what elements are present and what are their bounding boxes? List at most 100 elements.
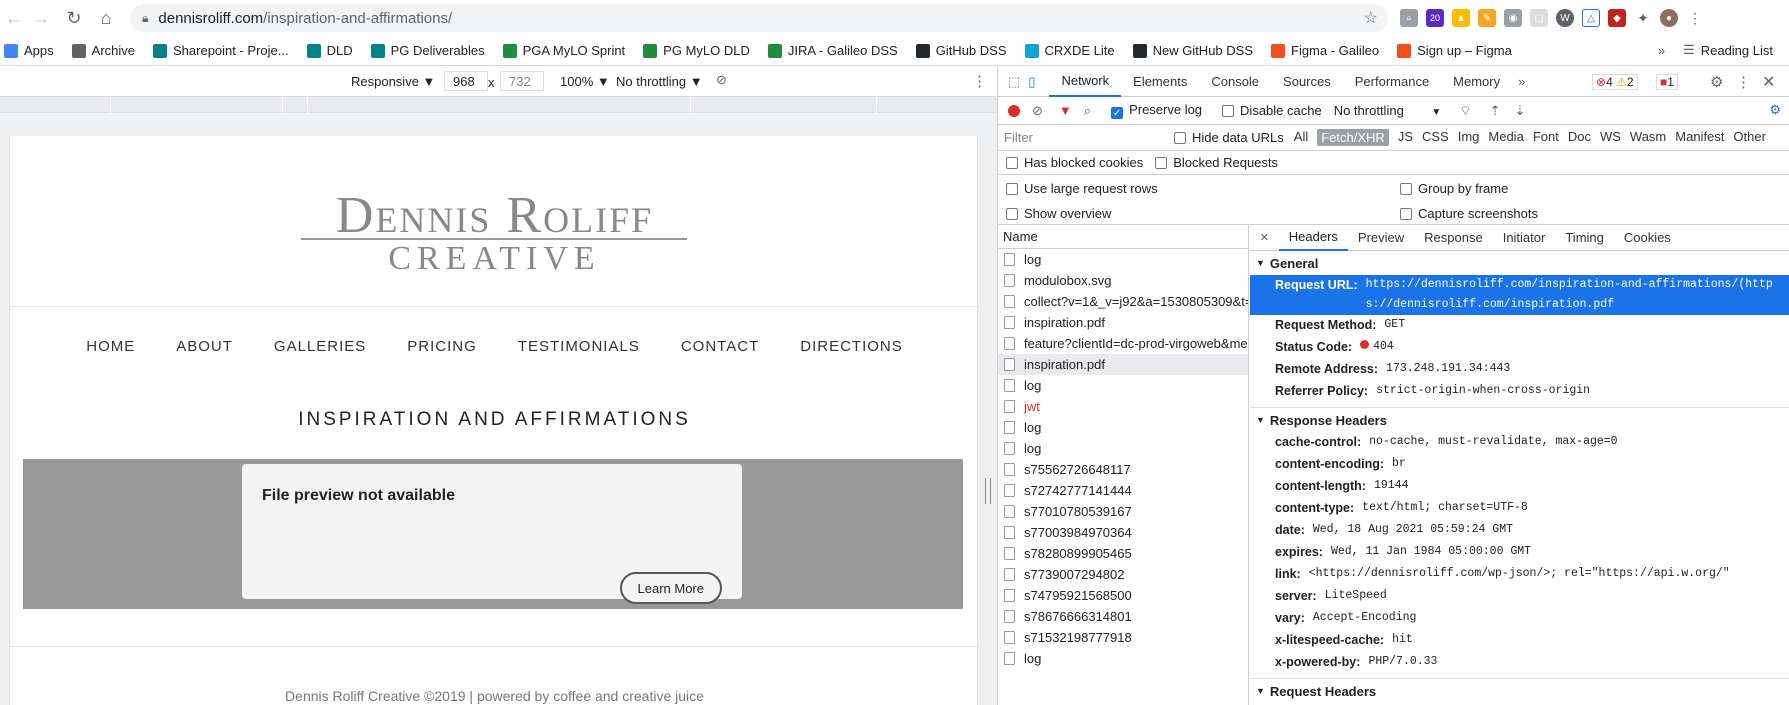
site-logo-tagline[interactable]: CREATIVE — [10, 240, 979, 278]
learn-more-button[interactable]: Learn More — [619, 572, 722, 604]
tab-console[interactable]: Console — [1199, 67, 1271, 97]
show-overview-checkbox[interactable]: Show overview — [1006, 206, 1111, 221]
hide-data-urls-checkbox[interactable]: Hide data URLs — [1174, 130, 1284, 145]
device-mode-select[interactable]: Responsive ▼ — [351, 74, 435, 89]
profile-avatar[interactable]: ● — [1660, 9, 1678, 27]
preserve-log-checkbox[interactable]: ✓ Preserve log — [1111, 102, 1202, 119]
nav-link-home[interactable]: HOME — [86, 338, 135, 355]
filter-input[interactable]: Filter — [1004, 130, 1164, 145]
nav-link-galleries[interactable]: GALLERIES — [274, 338, 366, 355]
close-details-icon[interactable]: × — [1250, 229, 1279, 246]
nav-link-testimonials[interactable]: TESTIMONIALS — [518, 338, 640, 355]
bookmark-item[interactable]: GitHub DSS — [915, 43, 1007, 58]
request-row[interactable]: log — [998, 417, 1248, 438]
viewport-resize-handle[interactable] — [985, 478, 991, 504]
filter-type-css[interactable]: CSS — [1422, 129, 1449, 146]
wordpress-extension-icon[interactable]: W — [1556, 9, 1574, 27]
device-width-input[interactable]: 968 — [444, 71, 488, 91]
request-row[interactable]: s77010780539167 — [998, 501, 1248, 522]
has-blocked-cookies-checkbox[interactable]: Has blocked cookies — [1006, 155, 1143, 170]
filter-type-font[interactable]: Font — [1533, 129, 1559, 146]
filter-type-manifest[interactable]: Manifest — [1675, 129, 1724, 146]
device-throttle-select[interactable]: No throttling ▼ — [616, 74, 703, 89]
tab-performance[interactable]: Performance — [1343, 67, 1441, 97]
request-headers-section-header[interactable]: ▼ Request Headers — [1250, 679, 1789, 703]
nav-link-directions[interactable]: DIRECTIONS — [800, 338, 903, 355]
bookmark-item[interactable]: Sign up – Figma — [1397, 43, 1512, 58]
capture-screenshots-checkbox[interactable]: Capture screenshots — [1400, 206, 1538, 221]
search-icon[interactable]: ⌕ — [1084, 103, 1091, 119]
network-conditions-icon[interactable]: ⌔ — [1459, 103, 1471, 119]
detail-tab-cookies[interactable]: Cookies — [1614, 225, 1681, 251]
request-row[interactable]: s78676666314801 — [998, 606, 1248, 627]
export-har-icon[interactable]: ⇣ — [1514, 103, 1525, 119]
reading-list-button[interactable]: » ☰ Reading List — [1658, 42, 1773, 58]
filter-funnel-icon[interactable]: ▼ — [1059, 103, 1072, 118]
blocked-requests-checkbox[interactable]: Blocked Requests — [1155, 155, 1278, 170]
device-height-input[interactable]: 732 — [500, 71, 544, 91]
home-icon[interactable]: ⌂ — [92, 4, 120, 32]
bookmark-item[interactable]: PGA MyLO Sprint — [502, 43, 625, 58]
filter-type-wasm[interactable]: Wasm — [1630, 129, 1666, 146]
filter-type-other[interactable]: Other — [1733, 129, 1766, 146]
device-menu-icon[interactable]: ⋮ — [972, 72, 987, 90]
triangle-extension-icon[interactable]: △ — [1582, 9, 1600, 27]
detail-tab-initiator[interactable]: Initiator — [1493, 225, 1556, 251]
request-row[interactable]: jwt — [998, 396, 1248, 417]
detail-tab-headers[interactable]: Headers — [1278, 225, 1348, 251]
detail-tab-response[interactable]: Response — [1414, 225, 1493, 251]
nav-link-contact[interactable]: CONTACT — [681, 338, 759, 355]
filter-type-ws[interactable]: WS — [1600, 129, 1621, 146]
more-tabs-icon[interactable]: » — [1518, 74, 1525, 89]
filter-type-fetch-xhr[interactable]: Fetch/XHR — [1317, 129, 1389, 146]
filter-type-img[interactable]: Img — [1458, 129, 1480, 146]
window-extension-icon[interactable]: ▢ — [1530, 9, 1548, 27]
request-row[interactable]: log — [998, 438, 1248, 459]
request-row[interactable]: log — [998, 249, 1248, 270]
request-row[interactable]: collect?v=1&_v=j92&a=1530805309&t=... — [998, 291, 1248, 312]
bookmarks-overflow-icon[interactable]: » — [1658, 43, 1665, 58]
filter-type-media[interactable]: Media — [1488, 129, 1523, 146]
request-row[interactable]: feature?clientId=dc-prod-virgoweb&me... — [998, 333, 1248, 354]
filter-type-doc[interactable]: Doc — [1568, 129, 1591, 146]
back-icon[interactable]: ← — [0, 4, 28, 32]
clear-icon[interactable]: ⊘ — [1032, 103, 1043, 119]
large-rows-checkbox[interactable]: Use large request rows — [1006, 181, 1158, 196]
drive-extension-icon[interactable]: ▲ — [1452, 9, 1470, 27]
inspect-element-icon[interactable]: ⬚ — [1008, 74, 1020, 90]
disable-cache-checkbox[interactable]: Disable cache — [1222, 103, 1322, 118]
forward-icon[interactable]: → — [27, 4, 55, 32]
request-row[interactable]: log — [998, 375, 1248, 396]
filter-type-all[interactable]: All — [1294, 129, 1308, 146]
bookmark-item[interactable]: New GitHub DSS — [1132, 43, 1253, 58]
bookmark-item[interactable]: Sharepoint - Proje... — [153, 43, 289, 58]
general-section-header[interactable]: ▼ General — [1250, 251, 1789, 275]
address-bar[interactable]: 🔒︎ dennisroliff.com/inspiration-and-affi… — [130, 4, 1388, 32]
zoom-extension-icon[interactable]: ⌕ — [1400, 9, 1418, 27]
settings-gear-icon[interactable]: ⚙ — [1710, 73, 1723, 91]
nav-link-pricing[interactable]: PRICING — [407, 338, 477, 355]
pen-extension-icon[interactable]: ✎ — [1478, 9, 1496, 27]
device-zoom-select[interactable]: 100% ▼ — [560, 74, 610, 89]
browser-menu-icon[interactable]: ⋮ — [1686, 9, 1704, 27]
response-headers-section-header[interactable]: ▼ Response Headers — [1250, 408, 1789, 432]
request-row[interactable]: inspiration.pdf — [998, 312, 1248, 333]
network-settings-icon[interactable]: ⚙ — [1769, 102, 1781, 118]
request-row[interactable]: s77003984970364 — [998, 522, 1248, 543]
bookmark-star-icon[interactable]: ☆ — [1364, 8, 1378, 28]
request-row[interactable]: s7739007294802 — [998, 564, 1248, 585]
bookmark-item[interactable]: Figma - Galileo — [1271, 43, 1379, 58]
name-column-header[interactable]: Name — [998, 225, 1248, 249]
filter-type-js[interactable]: JS — [1398, 129, 1413, 146]
request-row[interactable]: inspiration.pdf — [998, 354, 1248, 375]
tab-elements[interactable]: Elements — [1121, 67, 1199, 97]
bookmark-item[interactable]: PG MyLO DLD — [643, 43, 750, 58]
network-throttling-select[interactable]: No throttling ▼ — [1334, 103, 1442, 118]
site-logo-name[interactable]: Dennis Roliff — [10, 186, 979, 245]
bookmark-item[interactable]: PG Deliverables — [370, 43, 485, 58]
request-row[interactable]: s78280899905465 — [998, 543, 1248, 564]
group-by-frame-checkbox[interactable]: Group by frame — [1400, 181, 1508, 196]
extension-badge-icon[interactable]: 20 — [1426, 9, 1444, 27]
bookmark-item[interactable]: CRXDE Lite — [1024, 43, 1115, 58]
tab-network[interactable]: Network — [1049, 67, 1122, 97]
